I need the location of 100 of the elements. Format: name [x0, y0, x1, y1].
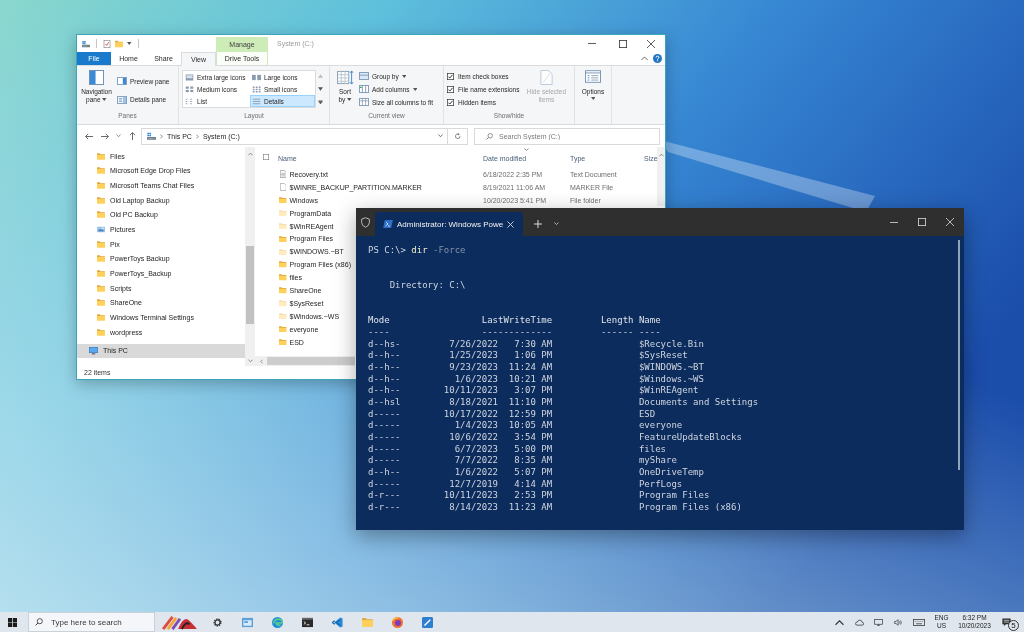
scrollbar-track[interactable] [245, 147, 255, 366]
pictures-icon [97, 226, 105, 234]
caret-up-icon[interactable] [658, 153, 664, 157]
refresh-icon [453, 132, 462, 140]
folder-icon [97, 196, 105, 204]
chevron-right-icon [195, 133, 199, 139]
date-text: 9/23/2023 [449, 361, 498, 374]
expand-icon [318, 99, 323, 104]
customize-toolbar-button[interactable] [127, 42, 132, 45]
single-tile-icon [185, 73, 194, 81]
chevron-down-icon [437, 134, 443, 138]
checkbox[interactable] [447, 85, 454, 93]
wave-circle-icon [271, 616, 283, 628]
scrollbar-track[interactable] [657, 147, 665, 206]
mode-text: d----- [368, 420, 401, 433]
chevron-up-icon [835, 618, 845, 626]
item-name: everyone [638, 420, 683, 433]
select-all-checkbox[interactable] [263, 154, 269, 160]
time-text: 7:30 AM [514, 338, 553, 351]
refresh-button[interactable] [448, 127, 468, 145]
scrollbar-thumb[interactable] [267, 357, 355, 365]
shield-icon [361, 217, 370, 228]
gear-icon [211, 616, 223, 628]
scrollbar-track[interactable] [255, 356, 355, 366]
close-icon [507, 220, 514, 228]
directory-label: Directory: C:\ [389, 280, 466, 292]
maximize-icon [918, 218, 926, 226]
item-name: Program Files (x86) [638, 502, 742, 514]
folder-icon [115, 39, 123, 48]
search-icon [486, 132, 493, 140]
caret-left-icon[interactable] [260, 358, 263, 364]
plus-icon [534, 220, 542, 228]
time-text: 4:14 AM [514, 478, 553, 491]
chevron-up-icon [641, 56, 648, 61]
scrollbar-thumb[interactable] [246, 246, 254, 324]
mode-text: d--h-- [368, 350, 401, 362]
chevron-down-icon [553, 222, 559, 226]
drive-icon [82, 39, 90, 48]
mode-text: d-r--- [368, 490, 401, 503]
help-button[interactable] [653, 54, 662, 63]
item-name: FeatureUpdateBlocks [638, 432, 742, 444]
date-text: 10/11/2023 [443, 385, 498, 397]
caret-down-icon [347, 98, 352, 102]
caret-down-icon [102, 98, 107, 102]
window-icon [241, 616, 253, 628]
maximize-icon [619, 39, 627, 48]
monitor-icon [89, 347, 98, 355]
date-text: 1/25/2023 [449, 350, 498, 362]
collapse-ribbon-button[interactable] [641, 56, 648, 61]
parameter-text: -Force [433, 245, 466, 257]
speaker-icon [893, 618, 903, 626]
nine-squares-icon [252, 85, 261, 93]
details-pane-icon [117, 95, 127, 104]
checkbox[interactable] [447, 72, 454, 80]
time-text: 10:05 AM [508, 420, 553, 433]
caret-up-icon[interactable] [247, 152, 253, 156]
folder-icon [97, 284, 105, 292]
caret-down-icon [127, 42, 132, 45]
search-field[interactable]: Type here to search [28, 612, 155, 632]
caret-down-icon[interactable] [247, 359, 253, 363]
item-name: OneDriveTemp [638, 467, 704, 479]
keyboard-icon [913, 618, 925, 626]
brush-strokes-icon [161, 614, 199, 630]
folder-icon [97, 314, 105, 322]
notifications-button[interactable]: 5 [996, 612, 1022, 632]
page-icon [538, 70, 554, 85]
mode-text: d--hs- [368, 338, 401, 351]
item-name: myShare [638, 455, 677, 468]
mode-text: d----- [368, 432, 401, 444]
folder-icon [97, 328, 105, 336]
mode-text: d--h-- [368, 385, 401, 397]
terminal-tab[interactable]: Administrator: Windows Powe [375, 212, 523, 236]
check-page-icon [103, 39, 111, 48]
details-icon [252, 97, 261, 105]
prompt-text: PS C:\> [368, 245, 406, 257]
close-tab-button[interactable] [507, 220, 514, 228]
time-text: 11:23 AM [508, 502, 553, 514]
item-name: $WINDOWS.~BT [638, 361, 704, 374]
item-name: $Windows.~WS [638, 373, 704, 386]
checkbox[interactable] [447, 98, 454, 106]
header-underline: ---- [368, 326, 390, 339]
four-tiles-icon [185, 85, 194, 93]
item-name: $WinREAgent [638, 385, 699, 397]
mode-text: d--h-- [368, 373, 401, 386]
arrow-up-icon [128, 132, 136, 140]
date-text: 6/7/2023 [454, 443, 498, 456]
folder-icon [97, 182, 105, 190]
item-name: ESD [638, 408, 656, 421]
chevron-right-icon [160, 133, 163, 139]
time-text: 3:07 PM [514, 385, 553, 397]
code-icon [331, 616, 343, 628]
speech-bubble-icon [1002, 617, 1011, 627]
scrollbar-thumb[interactable] [958, 240, 960, 470]
folder-icon [97, 299, 105, 307]
properties-button[interactable] [103, 39, 111, 48]
mode-text: d----- [368, 478, 401, 491]
new-folder-button[interactable] [115, 39, 123, 48]
folder-icon [97, 255, 105, 263]
mode-text: d--h-- [368, 467, 401, 479]
column-header: Mode [368, 315, 390, 327]
